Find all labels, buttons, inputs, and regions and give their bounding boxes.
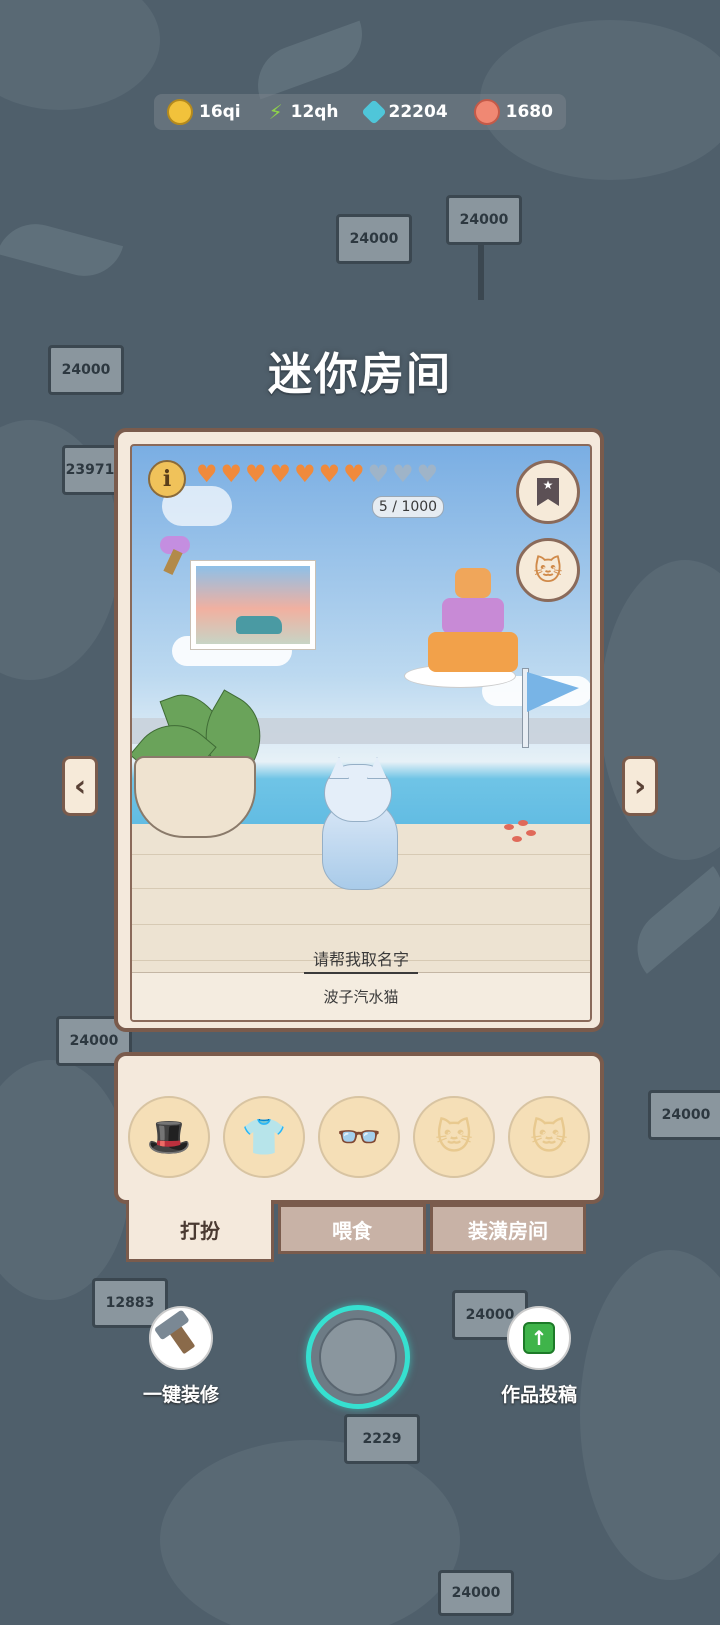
upload-arrow-icon: ↑ bbox=[523, 1322, 555, 1354]
coin-icon bbox=[166, 99, 193, 125]
hat-slot[interactable]: 🎩 bbox=[128, 1096, 210, 1178]
glasses-slot[interactable]: 👓 bbox=[318, 1096, 400, 1178]
room-view[interactable]: i ♥ ♥ ♥ ♥ ♥ ♥ ♥ ♥ ♥ ♥ 5 / 1000 ★ 🐱 请帮我取名… bbox=[130, 444, 592, 1022]
chevron-left-icon: ‹ bbox=[73, 768, 87, 804]
framed-photo[interactable] bbox=[190, 560, 316, 650]
next-room-button[interactable]: › bbox=[622, 756, 658, 816]
background-blob bbox=[160, 1440, 460, 1625]
soda-cat-character[interactable] bbox=[312, 757, 408, 890]
progress-badge: 5 / 1000 bbox=[372, 496, 444, 518]
plant-pot bbox=[134, 756, 256, 838]
glasses-icon: 👓 bbox=[336, 1117, 382, 1158]
cat-ear bbox=[367, 757, 387, 779]
tab-feed[interactable]: 喂食 bbox=[278, 1204, 426, 1254]
cat-face-icon: 🐱 bbox=[530, 1116, 568, 1158]
background-sign: 24000 bbox=[648, 1090, 720, 1140]
heart-icon: ♥ bbox=[294, 460, 316, 488]
shirt-slot[interactable]: 👕 bbox=[223, 1096, 305, 1178]
currency-value: 12qh bbox=[290, 102, 339, 122]
name-prompt[interactable]: 请帮我取名字 bbox=[132, 946, 590, 970]
bookmark-star-icon: ★ bbox=[537, 478, 559, 506]
cake-tier bbox=[442, 598, 504, 634]
cat-head bbox=[324, 757, 392, 822]
hammer-icon bbox=[153, 1309, 196, 1355]
lightning-icon: ⚡ bbox=[268, 100, 283, 124]
background-leaf bbox=[246, 20, 374, 100]
tab-dress-up[interactable]: 打扮 bbox=[126, 1200, 274, 1262]
repair-button[interactable] bbox=[149, 1306, 213, 1370]
repair-label: 一键装修 bbox=[142, 1384, 219, 1406]
heart-icon: ♥ bbox=[343, 460, 365, 488]
one-click-repair[interactable]: 一键装修 bbox=[116, 1306, 246, 1407]
heart-empty-icon: ♥ bbox=[416, 460, 439, 488]
background-leaf bbox=[621, 866, 720, 974]
room-frame: i ♥ ♥ ♥ ♥ ♥ ♥ ♥ ♥ ♥ ♥ 5 / 1000 ★ 🐱 请帮我取名… bbox=[114, 428, 604, 1032]
cat-ear bbox=[329, 757, 349, 779]
currency-value: 16qi bbox=[198, 102, 241, 122]
room-tabs: 打扮 喂食 装潢房间 bbox=[126, 1200, 586, 1262]
background-sign: 24000 bbox=[446, 195, 522, 245]
outfit-panel: 🎩 👕 👓 🐱 🐱 bbox=[114, 1052, 604, 1204]
shell-icon bbox=[473, 99, 500, 125]
tab-decorate-room[interactable]: 装潢房间 bbox=[430, 1204, 586, 1254]
background-leaf bbox=[0, 215, 124, 285]
background-blob bbox=[600, 560, 720, 860]
flower-bouquet-icon[interactable] bbox=[154, 536, 194, 576]
background-blob bbox=[0, 0, 160, 110]
background-sign: 24000 bbox=[438, 1570, 514, 1616]
info-button[interactable]: i bbox=[148, 460, 186, 498]
cat-face-slot[interactable]: 🐱 bbox=[508, 1096, 590, 1178]
heart-icon: ♥ bbox=[245, 460, 267, 488]
heart-icon: ♥ bbox=[220, 460, 243, 488]
heart-icon: ♥ bbox=[269, 460, 292, 488]
center-capture-button[interactable] bbox=[306, 1305, 410, 1409]
currency-value: 22204 bbox=[388, 102, 448, 122]
background-blob bbox=[580, 1250, 720, 1580]
capture-preview bbox=[319, 1318, 397, 1396]
hat-icon: 🎩 bbox=[146, 1117, 192, 1158]
photo-scene bbox=[196, 566, 310, 644]
currency-gem[interactable]: 22204 bbox=[360, 99, 448, 125]
cat-face-slot[interactable]: 🐱 bbox=[413, 1096, 495, 1178]
background-sign: 24000 bbox=[336, 214, 412, 264]
shirt-icon: 👕 bbox=[241, 1117, 287, 1158]
name-underline bbox=[304, 972, 418, 974]
submit-label: 作品投稿 bbox=[500, 1384, 577, 1406]
background-sign: 2229 bbox=[344, 1414, 420, 1464]
affection-hearts: ♥ ♥ ♥ ♥ ♥ ♥ ♥ ♥ ♥ ♥ bbox=[196, 462, 438, 486]
heart-empty-icon: ♥ bbox=[367, 460, 390, 488]
outfit-slots: 🎩 👕 👓 🐱 🐱 bbox=[128, 1096, 590, 1178]
background-blob bbox=[0, 1060, 130, 1300]
currency-coin[interactable]: 16qi bbox=[166, 99, 241, 125]
photo-car bbox=[236, 616, 282, 634]
background-sign: 23971 bbox=[62, 445, 118, 495]
currency-shell[interactable]: 1680 bbox=[473, 99, 553, 125]
layered-cake[interactable] bbox=[418, 550, 528, 690]
petals bbox=[504, 820, 544, 846]
heart-empty-icon: ♥ bbox=[392, 460, 414, 488]
chevron-right-icon: › bbox=[633, 768, 647, 804]
cat-faces-icon: 🐱 bbox=[533, 553, 563, 587]
cat-face-icon: 🐱 bbox=[435, 1116, 473, 1158]
gem-icon bbox=[360, 99, 387, 125]
previous-room-button[interactable]: ‹ bbox=[62, 756, 98, 816]
submit-work[interactable]: ↑ 作品投稿 bbox=[474, 1306, 604, 1407]
submit-button[interactable]: ↑ bbox=[507, 1306, 571, 1370]
heart-icon: ♥ bbox=[318, 460, 341, 488]
currency-energy[interactable]: ⚡ 12qh bbox=[267, 100, 339, 124]
page-title: 迷你房间 bbox=[268, 349, 452, 400]
currency-bar: 16qi ⚡ 12qh 22204 1680 bbox=[154, 94, 566, 130]
breed-label: 波子汽水猫 bbox=[323, 988, 399, 1006]
heart-icon: ♥ bbox=[196, 460, 218, 488]
cake-tier bbox=[455, 568, 491, 598]
currency-value: 1680 bbox=[505, 102, 553, 122]
cake-tier bbox=[428, 632, 518, 672]
bookmark-button[interactable]: ★ bbox=[516, 460, 580, 524]
